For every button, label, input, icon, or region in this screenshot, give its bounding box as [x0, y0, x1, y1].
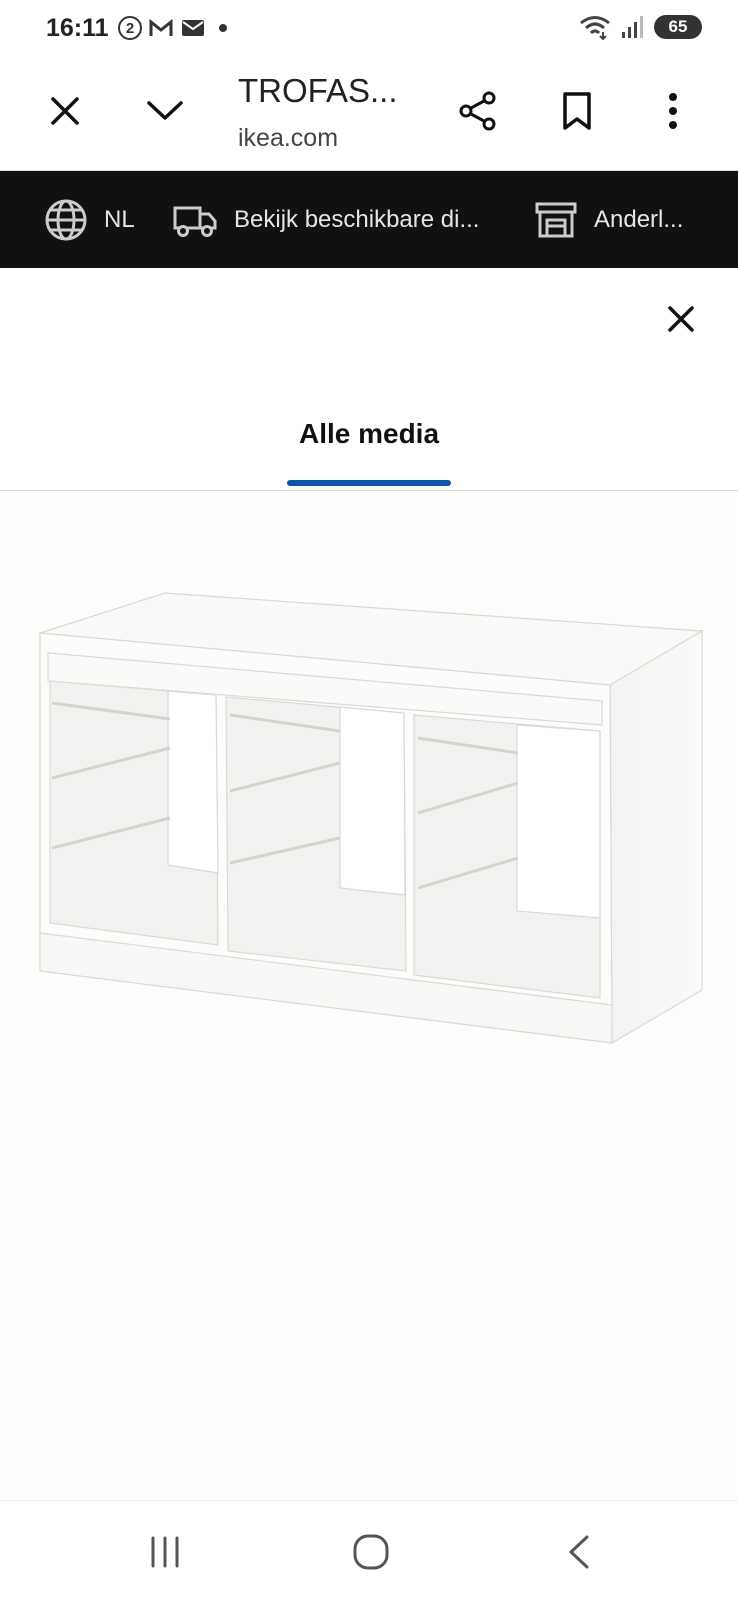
- site-banner: NL Bekijk beschikbare di... Anderl...: [0, 171, 738, 268]
- page-domain[interactable]: ikea.com: [238, 124, 338, 153]
- share-icon: [459, 91, 496, 131]
- active-tab-indicator: [287, 480, 451, 486]
- signal-icon: [622, 16, 643, 38]
- status-time: 16:11: [46, 14, 109, 42]
- store-icon: [535, 202, 577, 237]
- browser-toolbar: TROFAS... ikea.com: [0, 62, 738, 171]
- back-icon: [569, 1535, 589, 1569]
- more-options-button[interactable]: [646, 84, 700, 138]
- store-label: Anderl...: [594, 205, 684, 233]
- back-button[interactable]: [554, 1527, 604, 1577]
- home-icon: [353, 1534, 389, 1570]
- more-vert-icon: [669, 93, 677, 129]
- status-left-icons: 2: [118, 16, 234, 40]
- language-label: NL: [104, 205, 135, 233]
- close-icon: [668, 306, 694, 332]
- system-navigation-bar: [0, 1500, 738, 1601]
- notification-count-icon: 2: [118, 16, 142, 40]
- battery-indicator: 65: [654, 15, 702, 39]
- globe-icon: [45, 199, 87, 240]
- language-selector[interactable]: NL: [44, 171, 135, 268]
- tab-all-media[interactable]: Alle media: [0, 418, 738, 450]
- dot-icon: [219, 24, 227, 32]
- tab-divider: [0, 490, 738, 491]
- wifi-icon: [580, 16, 610, 40]
- product-image: [39, 592, 704, 1045]
- home-button[interactable]: [346, 1527, 396, 1577]
- store-selector[interactable]: Anderl...: [534, 171, 683, 268]
- close-modal-button[interactable]: [660, 298, 702, 340]
- delivery-availability-link[interactable]: Bekijk beschikbare di...: [172, 171, 479, 268]
- share-button[interactable]: [451, 84, 505, 138]
- delivery-truck-icon: [173, 206, 217, 237]
- media-modal: Alle media: [0, 268, 738, 1500]
- bookmark-button[interactable]: [550, 84, 604, 138]
- status-right: 65: [578, 14, 702, 40]
- gmail-icon: [149, 18, 173, 36]
- trofast-frame: [39, 592, 704, 1045]
- product-image-viewer[interactable]: [0, 493, 738, 1498]
- page-title[interactable]: TROFAS...: [238, 72, 398, 110]
- close-tab-button[interactable]: [40, 86, 90, 136]
- chevron-down-icon: [147, 101, 183, 120]
- close-icon: [51, 97, 79, 125]
- notification-count: 2: [125, 19, 135, 37]
- status-bar: 16:11 2 65: [0, 0, 738, 62]
- recent-apps-button[interactable]: [140, 1527, 190, 1577]
- delivery-label: Bekijk beschikbare di...: [234, 205, 480, 233]
- bookmark-icon: [563, 92, 591, 130]
- minimize-button[interactable]: [140, 86, 190, 136]
- mail-icon: [182, 20, 204, 36]
- recent-apps-icon: [151, 1536, 179, 1568]
